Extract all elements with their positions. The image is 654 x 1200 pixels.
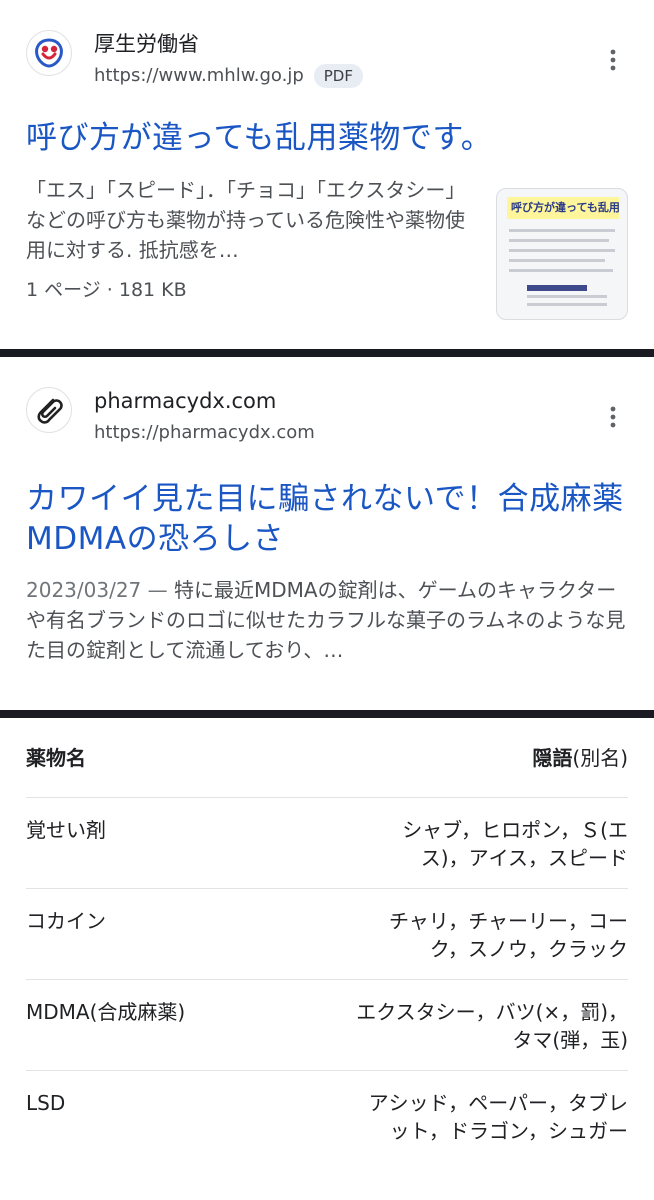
header-slang: 隠語(別名) [327,718,628,798]
section-divider [0,349,654,357]
result-date: 2023/03/27 [26,578,142,602]
slang-cell: アシッド，ペーパー，タブレット，ドラゴン，シュガー [368,1091,628,1143]
site-url: https://pharmacydx.com [94,422,315,443]
table-header-row: 薬物名 隠語(別名) [26,718,628,798]
search-result-pharmacydx: pharmacydx.com https://pharmacydx.com カワ… [0,357,654,710]
pdf-thumbnail[interactable]: 呼び方が違っても乱用 [496,188,628,320]
table-row: LSD アシッド，ペーパー，タブレット，ドラゴン，シュガー [26,1071,628,1162]
drug-name-cell: LSD [26,1091,66,1115]
header-slang-bold: 隠語 [532,746,573,770]
slang-cell: チャリ，チャーリー，コーク，スノウ，クラック [327,888,628,980]
header-slang-rest: (別名) [572,746,628,770]
thumbnail-title: 呼び方が違っても乱用 [511,201,620,214]
slang-cell: シャブ，ヒロポン，Ｓ(エス)，アイス，スピード [327,797,628,889]
site-url: https://www.mhlw.go.jp [94,65,304,86]
section-divider [0,710,654,718]
result-snippet: 「エス」「スピード」．「チョコ」「エクスタシー」などの呼び方も薬物が持っている危… [26,178,466,262]
search-result-mhlw: 厚生労働省 https://www.mhlw.go.jp PDF 呼び方が違って… [0,0,654,349]
more-vert-icon[interactable] [598,397,628,437]
site-name: pharmacydx.com [94,389,277,413]
site-info[interactable]: 厚生労働省 https://www.mhlw.go.jp PDF [26,30,628,88]
table-row: 覚せい剤 シャブ，ヒロポン，Ｓ(エス)，アイス，スピード [26,797,628,889]
result-snippet: 2023/03/27 — 特に最近MDMAの錠剤は、ゲームのキャラクターや有名ブ… [26,578,626,662]
drug-slang-table-section: 薬物名 隠語(別名) 覚せい剤 シャブ，ヒロポン，Ｓ(エス)，アイス，スピード … [0,718,654,1161]
paperclip-icon [26,387,72,433]
drug-slang-table: 薬物名 隠語(別名) 覚せい剤 シャブ，ヒロポン，Ｓ(エス)，アイス，スピード … [26,718,628,1161]
table-row: MDMA(合成麻薬) エクスタシー，バツ(×，罰)，タマ(弾，玉) [26,979,628,1071]
slang-cell: エクスタシー，バツ(×，罰)，タマ(弾，玉) [327,979,628,1071]
site-name: 厚生労働省 [94,32,199,56]
drug-name-cell: MDMA(合成麻薬) [26,979,327,1071]
site-info[interactable]: pharmacydx.com https://pharmacydx.com [26,387,628,445]
result-title-link[interactable]: カワイイ見た目に騙されないで！合成麻薬MDMAの恐ろしさ [26,479,628,559]
result-title-link[interactable]: 呼び方が違っても乱用薬物です。 [26,118,628,158]
more-vert-icon[interactable] [598,40,628,80]
mhlw-logo-icon [26,30,72,76]
header-drug-name: 薬物名 [26,718,327,798]
drug-name-cell: コカイン [26,888,327,980]
pdf-badge: PDF [313,64,363,88]
drug-name-cell: 覚せい剤 [26,797,327,889]
table-row: コカイン チャリ，チャーリー，コーク，スノウ，クラック [26,888,628,980]
